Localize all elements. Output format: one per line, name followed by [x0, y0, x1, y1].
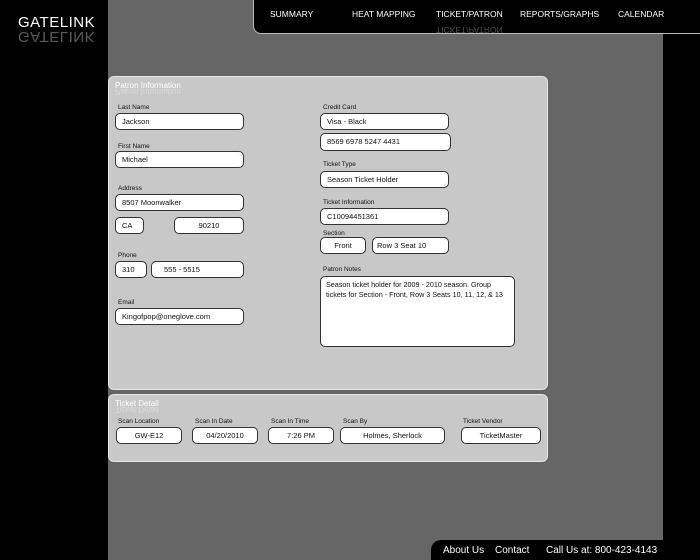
scan-in-time-field[interactable]: 7:26 PM [268, 427, 334, 444]
street-address-field[interactable]: 8507 Moonwalker [115, 194, 244, 211]
ticket-detail-panel: Ticket Detail Ticket Detail Scan Locatio… [108, 394, 548, 462]
first-name-label: First Name [118, 143, 150, 150]
credit-card-label: Credit Card [323, 104, 357, 111]
ticket-information-field[interactable]: C10094451361 [320, 208, 449, 225]
left-sidebar: GATELINK GATELINK [0, 0, 108, 560]
first-name-field[interactable]: Michael [115, 151, 244, 168]
ticket-vendor-field[interactable]: TicketMaster [461, 427, 541, 444]
state-field[interactable]: CA [115, 217, 144, 234]
zip-field[interactable]: 90210 [174, 217, 244, 234]
scan-in-date-label: Scan In Date [195, 418, 233, 425]
ticket-vendor-label: Ticket Vendor [463, 418, 503, 425]
section-label: Section [323, 230, 345, 237]
last-name-label: Last Name [118, 104, 150, 111]
scan-location-field[interactable]: GW-E12 [116, 427, 182, 444]
contact-link[interactable]: Contact [495, 545, 529, 556]
gatelink-logo[interactable]: GATELINK GATELINK [18, 14, 98, 50]
nav-heat-mapping[interactable]: HEAT MAPPING [352, 9, 415, 19]
ticket-information-label: Ticket Information [323, 199, 375, 206]
ticket-type-field[interactable]: Season Ticket Holder [320, 171, 449, 188]
right-edge-strip [663, 0, 700, 560]
phone-area-code-field[interactable]: 310 [115, 261, 147, 278]
address-label: Address [118, 185, 142, 192]
row-seat-field[interactable]: Row 3 Seat 10 [372, 237, 449, 254]
about-us-link[interactable]: About Us [443, 545, 484, 556]
phone-number-field[interactable]: 555 - 5515 [151, 261, 244, 278]
card-type-field[interactable]: Visa - Black [320, 113, 449, 130]
patron-panel-title-reflection: Patron Information [115, 87, 181, 96]
nav-calendar[interactable]: CALENDAR [618, 9, 664, 19]
nav-ticket-patron-label: TICKET/PATRON [436, 9, 503, 19]
phone-label: Phone [118, 252, 137, 259]
nav-reports-graphs[interactable]: REPORTS/GRAPHS [520, 9, 599, 19]
email-field[interactable]: Kingofpop@oneglove.com [115, 308, 244, 325]
call-us-text: Call Us at: 800-423-4143 [546, 545, 658, 556]
patron-information-panel: Patron Information Patron Information La… [108, 76, 548, 390]
top-navigation: SUMMARY HEAT MAPPING TICKET/PATRON TICKE… [253, 0, 700, 35]
section-field[interactable]: Front [320, 237, 366, 254]
last-name-field[interactable]: Jackson [115, 113, 244, 130]
card-number-field[interactable]: 8569 6978 5247 4431 [320, 133, 451, 151]
scan-in-date-field[interactable]: 04/20/2010 [192, 427, 258, 444]
logo-reflection: GATELINK [18, 28, 96, 45]
ticket-type-label: Ticket Type [323, 161, 356, 168]
scan-location-label: Scan Location [118, 418, 160, 425]
nav-summary[interactable]: SUMMARY [270, 9, 313, 19]
scan-by-field[interactable]: Holmes, Sherlock [340, 427, 445, 444]
scan-by-label: Scan By [343, 418, 368, 425]
patron-notes-label: Patron Notes [323, 266, 361, 273]
footer-bar: About Us Contact Call Us at: 800-423-414… [431, 540, 700, 560]
scan-in-time-label: Scan In Time [271, 418, 309, 425]
nav-ticket-patron[interactable]: TICKET/PATRON TICKET/PATRON [436, 9, 503, 35]
nav-ticket-patron-reflection: TICKET/PATRON [436, 25, 503, 35]
patron-notes-textarea[interactable]: Season ticket holder for 2009 - 2010 sea… [320, 276, 515, 347]
ticket-detail-title-reflection: Ticket Detail [115, 405, 159, 414]
email-label: Email [118, 299, 135, 306]
